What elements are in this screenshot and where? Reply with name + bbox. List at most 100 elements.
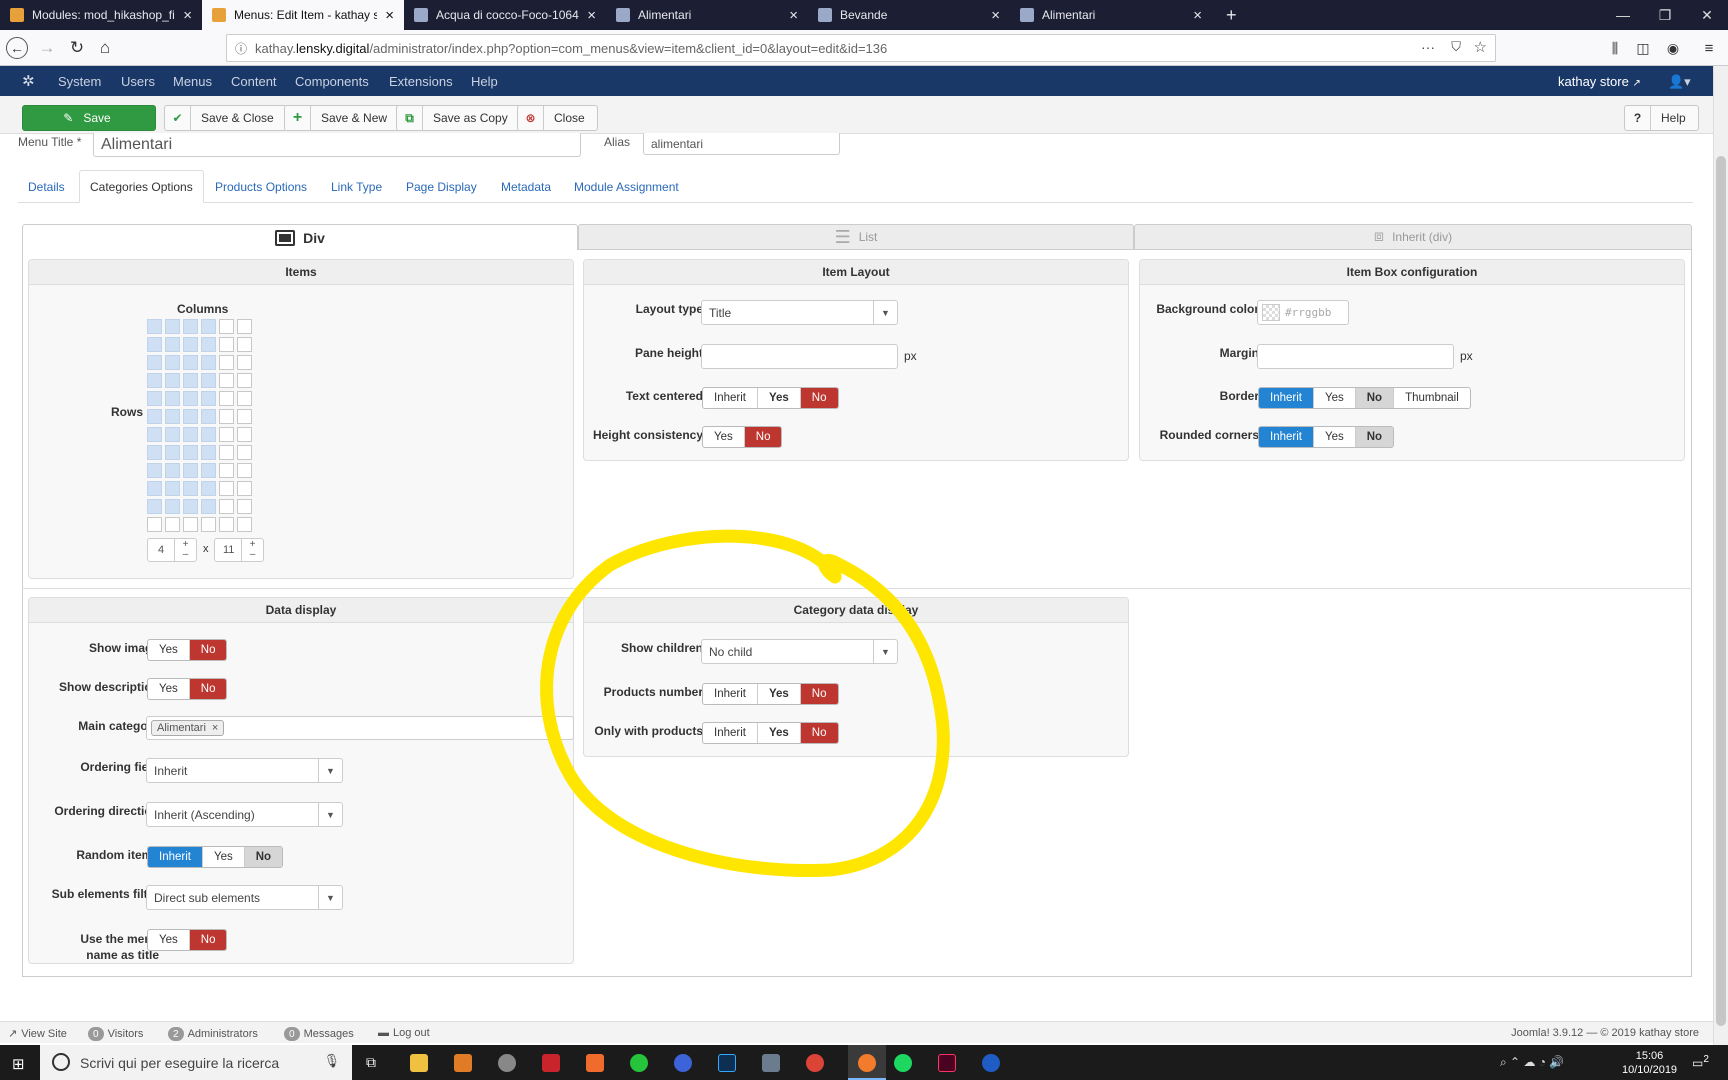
notifications-icon[interactable]: ▭2: [1692, 1054, 1709, 1070]
grid-cell[interactable]: [147, 481, 162, 496]
grid-cell[interactable]: [165, 481, 180, 496]
layout-type-div[interactable]: Div: [22, 224, 578, 250]
tab-link-type[interactable]: Link Type: [321, 170, 392, 203]
grid-cell[interactable]: [201, 499, 216, 514]
grid-cell[interactable]: [237, 319, 252, 334]
grid-cell[interactable]: [237, 391, 252, 406]
grid-cell[interactable]: [183, 409, 198, 424]
grid-cell[interactable]: [219, 355, 234, 370]
sidebar-icon[interactable]: ◫: [1632, 37, 1654, 59]
spotify-icon[interactable]: [894, 1054, 912, 1072]
grid-cell[interactable]: [201, 409, 216, 424]
grid-cell[interactable]: [237, 427, 252, 442]
browser-tab[interactable]: Alimentari ×: [1010, 0, 1212, 30]
tray-icons[interactable]: ⌕ ⌃ ☁ ◔ 🔊: [1500, 1055, 1564, 1070]
yes-option[interactable]: Yes: [1314, 388, 1356, 408]
grid-cell[interactable]: [183, 463, 198, 478]
yes-option[interactable]: Yes: [203, 847, 245, 867]
layout-type-inherit[interactable]: ⧈ Inherit (div): [1134, 224, 1692, 250]
indesign-icon[interactable]: [938, 1054, 956, 1072]
grid-cell[interactable]: [147, 355, 162, 370]
browser-tab-active[interactable]: Menus: Edit Item - kathay store×: [202, 0, 404, 30]
pane-height-input[interactable]: [701, 344, 898, 369]
acrobat-icon[interactable]: [542, 1054, 560, 1072]
skype-icon[interactable]: [674, 1054, 692, 1072]
grid-cell[interactable]: [147, 409, 162, 424]
nav-help[interactable]: Help: [471, 74, 498, 89]
save-close-button[interactable]: ✔ Save & Close: [164, 105, 287, 131]
app-icon[interactable]: [498, 1054, 516, 1072]
rows-input[interactable]: 11 + –: [214, 538, 264, 562]
inherit-option[interactable]: Inherit: [148, 847, 203, 867]
grid-cell[interactable]: [147, 337, 162, 352]
no-option[interactable]: No: [244, 847, 283, 867]
inherit-option[interactable]: Inherit: [703, 388, 758, 408]
grid-cell[interactable]: [183, 481, 198, 496]
no-option[interactable]: No: [189, 640, 227, 660]
grid-cell[interactable]: [165, 427, 180, 442]
grid-cell[interactable]: [165, 445, 180, 460]
grid-cell[interactable]: [237, 409, 252, 424]
grid-cell[interactable]: [219, 463, 234, 478]
close-tab-icon[interactable]: ×: [587, 7, 596, 24]
nav-extensions[interactable]: Extensions: [389, 74, 453, 89]
columns-input[interactable]: 4 + –: [147, 538, 197, 562]
grid-cell[interactable]: [147, 319, 162, 334]
grid-cell[interactable]: [147, 499, 162, 514]
grid-cell[interactable]: [183, 319, 198, 334]
grid-cell[interactable]: [165, 355, 180, 370]
columns-stepper[interactable]: + –: [174, 539, 196, 561]
grid-cell[interactable]: [219, 481, 234, 496]
grid-cell[interactable]: [201, 373, 216, 388]
tab-page-display[interactable]: Page Display: [396, 170, 487, 203]
back-icon[interactable]: ←: [6, 37, 28, 59]
grid-cell[interactable]: [237, 481, 252, 496]
grid-cell[interactable]: [165, 499, 180, 514]
grid-cell[interactable]: [183, 337, 198, 352]
layout-type-list[interactable]: ☰ List: [578, 224, 1134, 250]
library-icon[interactable]: ⫼: [1604, 37, 1626, 59]
no-option[interactable]: No: [1355, 388, 1395, 408]
save-copy-button[interactable]: ⧉ Save as Copy: [396, 105, 521, 131]
photoshop-icon[interactable]: [718, 1054, 736, 1072]
grid-cell[interactable]: [219, 337, 234, 352]
page-scrollbar[interactable]: [1713, 66, 1728, 1045]
minimize-icon[interactable]: —: [1602, 0, 1644, 30]
sub-elements-filter-select[interactable]: Direct sub elements ▼: [146, 885, 343, 910]
firefox-taskbar-item[interactable]: [848, 1045, 886, 1080]
grid-cell[interactable]: [237, 337, 252, 352]
remove-tag-icon[interactable]: ×: [212, 722, 218, 734]
pocket-icon[interactable]: ⛉: [1451, 39, 1461, 55]
grid-cell[interactable]: [201, 355, 216, 370]
grid-cell[interactable]: [219, 391, 234, 406]
grid-cell[interactable]: [219, 499, 234, 514]
grid-cell[interactable]: [219, 517, 234, 532]
browser-tab[interactable]: Modules: mod_hikashop_filter×: [0, 0, 202, 30]
grid-cell[interactable]: [147, 463, 162, 478]
grid-cell[interactable]: [219, 373, 234, 388]
grid-cell[interactable]: [165, 373, 180, 388]
tab-categories-options[interactable]: Categories Options: [79, 170, 204, 203]
grid-cell[interactable]: [237, 445, 252, 460]
forward-icon[interactable]: →: [36, 37, 58, 59]
grid-cell[interactable]: [219, 319, 234, 334]
grid-cell[interactable]: [183, 499, 198, 514]
grid-cell[interactable]: [165, 463, 180, 478]
messages-link[interactable]: 0 Messages: [284, 1027, 354, 1041]
site-link[interactable]: kathay store ↗: [1558, 74, 1641, 89]
grid-cell[interactable]: [201, 463, 216, 478]
windows-start-icon[interactable]: ⊞: [12, 1055, 25, 1073]
alias-input[interactable]: alimentari: [643, 133, 840, 155]
task-view-icon[interactable]: ⧉: [366, 1054, 376, 1071]
yes-option[interactable]: Yes: [148, 930, 190, 950]
grid-cell[interactable]: [147, 445, 162, 460]
grid-cell[interactable]: [219, 445, 234, 460]
close-tab-icon[interactable]: ×: [183, 7, 192, 24]
account-icon[interactable]: ◉: [1662, 37, 1684, 59]
inherit-option[interactable]: Inherit: [1259, 388, 1314, 408]
columns-rows-grid[interactable]: [147, 319, 257, 532]
yes-option[interactable]: Yes: [148, 679, 190, 699]
grid-cell[interactable]: [201, 517, 216, 532]
close-tab-icon[interactable]: ×: [789, 7, 798, 24]
help-button[interactable]: ? Help: [1624, 105, 1699, 131]
